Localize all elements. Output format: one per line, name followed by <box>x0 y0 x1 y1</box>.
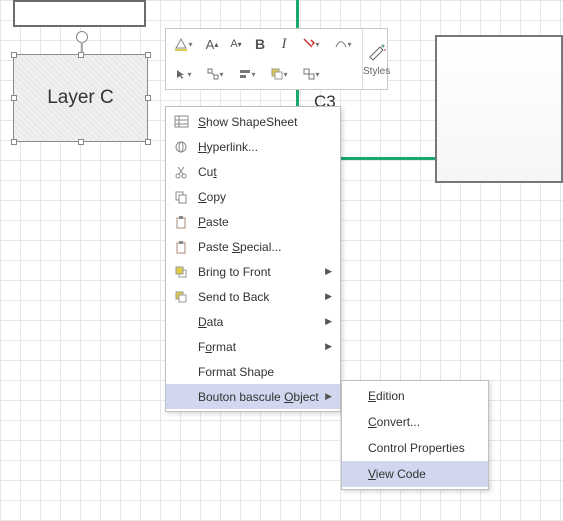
submenu-control-properties[interactable]: Control Properties <box>342 435 488 461</box>
increase-font-button[interactable]: A▴ <box>201 33 223 55</box>
menu-hyperlink[interactable]: Hyperlink... <box>166 134 340 159</box>
selection-handle[interactable] <box>145 95 151 101</box>
submenu-arrow-icon: ▶ <box>325 391 332 402</box>
hyperlink-icon <box>170 138 192 156</box>
copy-icon <box>170 188 192 206</box>
menu-paste[interactable]: Paste <box>166 209 340 234</box>
selection-handle[interactable] <box>78 52 84 58</box>
menu-cut[interactable]: Cut <box>166 159 340 184</box>
selection-handle[interactable] <box>145 52 151 58</box>
bring-front-icon <box>170 263 192 281</box>
submenu-arrow-icon: ▶ <box>325 316 332 327</box>
cut-icon <box>170 163 192 181</box>
styles-button[interactable]: Styles <box>362 29 390 89</box>
paste-special-icon <box>170 238 192 256</box>
menu-format-shape[interactable]: Format Shape <box>166 359 340 384</box>
menu-format[interactable]: Format ▶ <box>166 334 340 359</box>
object-submenu: Edition Convert... Control Properties Vi… <box>341 380 489 490</box>
submenu-view-code[interactable]: View Code <box>342 461 488 487</box>
fill-color-button[interactable]: ▾ <box>169 33 199 55</box>
rotation-connector <box>81 42 83 52</box>
submenu-arrow-icon: ▶ <box>325 341 332 352</box>
mini-toolbar: ▾ A▴ A▾ B I ▾ ▾ ▾ ▾ ▾ ▾ <box>165 28 388 90</box>
selection-handle[interactable] <box>78 139 84 145</box>
menu-paste-special[interactable]: Paste Special... <box>166 234 340 259</box>
italic-button[interactable]: I <box>273 33 295 55</box>
paste-icon <box>170 213 192 231</box>
pointer-tool-button[interactable]: ▾ <box>169 63 199 85</box>
layer-c-text: Layer C <box>47 87 114 109</box>
shape-layer-c[interactable]: Layer C <box>13 54 148 142</box>
menu-copy[interactable]: Copy <box>166 184 340 209</box>
submenu-arrow-icon: ▶ <box>325 266 332 277</box>
font-color-button[interactable]: ▾ <box>297 33 327 55</box>
shape-large-box[interactable] <box>435 35 563 183</box>
submenu-arrow-icon: ▶ <box>325 291 332 302</box>
menu-data[interactable]: Data ▶ <box>166 309 340 334</box>
shapesheet-icon <box>170 113 192 131</box>
menu-object[interactable]: Bouton bascule Object ▶ <box>166 384 340 409</box>
shape-upper[interactable] <box>13 0 146 27</box>
align-button[interactable]: ▾ <box>233 63 263 85</box>
selection-handle[interactable] <box>145 139 151 145</box>
bring-front-button[interactable]: ▾ <box>265 63 295 85</box>
menu-send-to-back[interactable]: Send to Back ▶ <box>166 284 340 309</box>
connector-tool-button[interactable]: ▾ <box>201 63 231 85</box>
selection-handle[interactable] <box>11 52 17 58</box>
line-color-button[interactable]: ▾ <box>329 33 359 55</box>
menu-bring-to-front[interactable]: Bring to Front ▶ <box>166 259 340 284</box>
selection-handle[interactable] <box>11 95 17 101</box>
context-menu: Show ShapeSheet Hyperlink... Cut Copy Pa… <box>165 106 341 412</box>
submenu-edition[interactable]: Edition <box>342 383 488 409</box>
send-back-icon <box>170 288 192 306</box>
decrease-font-button[interactable]: A▾ <box>225 33 247 55</box>
selection-handle[interactable] <box>11 139 17 145</box>
submenu-convert[interactable]: Convert... <box>342 409 488 435</box>
group-button[interactable]: ▾ <box>297 63 327 85</box>
bold-button[interactable]: B <box>249 33 271 55</box>
menu-show-shapesheet[interactable]: Show ShapeSheet <box>166 109 340 134</box>
styles-label: Styles <box>363 66 390 77</box>
